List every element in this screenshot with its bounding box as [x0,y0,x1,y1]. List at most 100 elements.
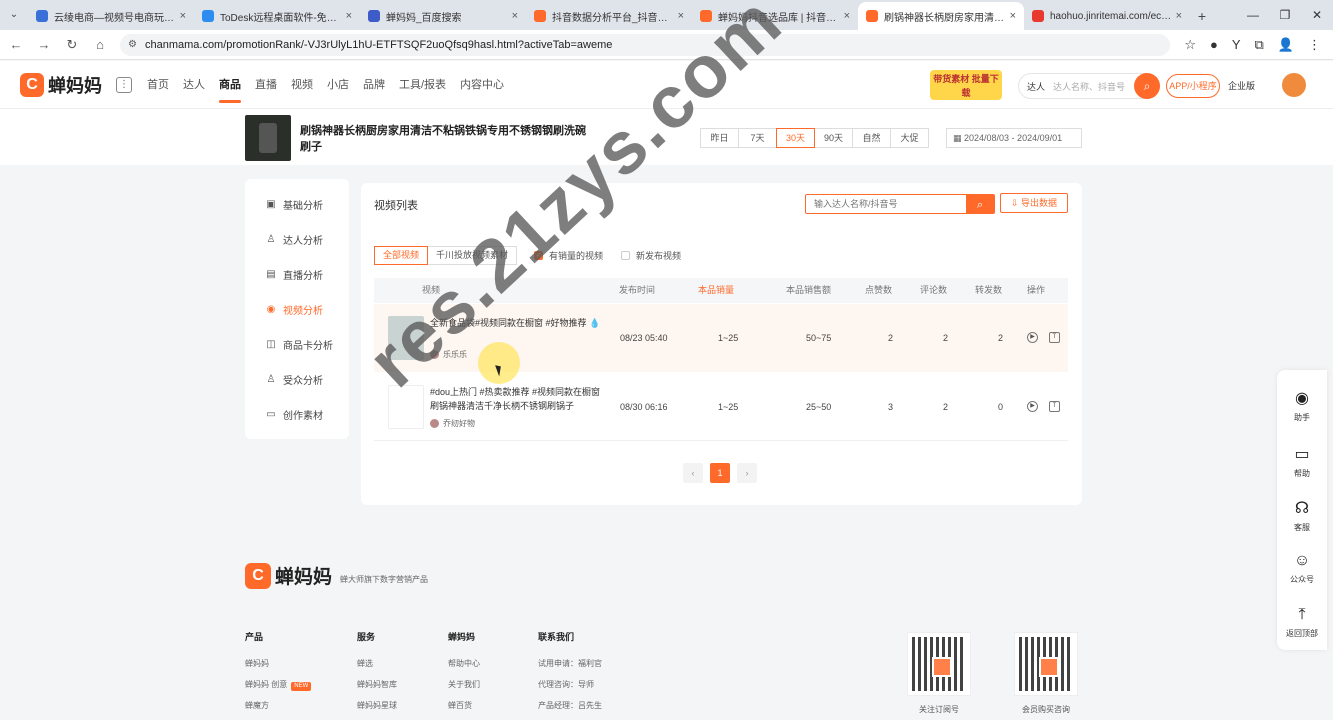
range-yesterday[interactable]: 昨日 [700,128,739,148]
browser-tab[interactable]: ToDesk远程桌面软件-免费安全 × [194,2,360,30]
tab-search-icon[interactable]: ⌄ [6,7,22,23]
restore-icon[interactable]: ❐ [1269,0,1301,30]
close-icon[interactable]: × [180,10,186,22]
video-title[interactable]: #dou上热门 #热卖款推荐 #视频同款在橱窗 刷锅神器清洁千净长柄不锈钢刷锅子 [430,385,610,413]
footer-link[interactable]: 蝉妈妈智库 [357,674,397,695]
browser-tab[interactable]: 抖音数据分析平台_抖音直播数据 × [526,2,692,30]
footer-link[interactable]: 蝉选 [357,653,397,674]
profile-icon[interactable]: 👤 [1278,37,1294,53]
puzzle-icon[interactable]: ⧉ [1255,37,1264,53]
promo-banner[interactable]: 带货素材 批量下载 [930,70,1002,100]
forward-icon[interactable]: → [32,37,56,52]
nav-item-product[interactable]: 商品 [212,61,248,109]
footer-link[interactable]: 代理咨询：导师 [538,674,602,695]
detail-icon[interactable]: T [1049,332,1060,343]
browser-tab-active[interactable]: 刷锅神器长柄厨房家用清洁不粘锅 × [858,2,1024,30]
range-30d[interactable]: 30天 [776,128,815,148]
page-next-button[interactable]: › [737,463,757,483]
range-7d[interactable]: 7天 [738,128,777,148]
play-icon[interactable]: ▶ [1027,401,1038,412]
new-tab-button[interactable]: + [1190,2,1214,30]
extension-icon[interactable]: ● [1210,37,1218,53]
browser-tab[interactable]: 云绫电商—视频号电商玩法全攻略 × [28,2,194,30]
footer-link[interactable]: 蝉妈妈 创意 NEW [245,674,312,695]
video-author[interactable]: 乔纫好物 [430,418,475,429]
nav-item-brand[interactable]: 品牌 [356,61,392,109]
range-90d[interactable]: 90天 [814,128,853,148]
nav-item-tools[interactable]: 工具/报表 [392,61,453,109]
video-author[interactable]: 乐乐乐 [430,349,467,360]
nav-item-content[interactable]: 内容中心 [453,61,511,109]
footer-link[interactable]: 产品经理：吕先生 [538,695,602,716]
footer-link[interactable]: 蝉百货 [448,695,480,716]
close-icon[interactable]: × [1176,10,1182,22]
range-natural[interactable]: 自然 [852,128,891,148]
video-title[interactable]: 全新食品袋#视频同款在橱窗 #好物推荐 💧 [430,316,610,330]
float-item-service[interactable]: ☊ 客服 [1277,498,1327,533]
apps-grid-icon[interactable]: ⋮ [116,76,132,93]
sidebar-item-product-card[interactable]: ◫ 商品卡分析 [245,327,349,362]
close-icon[interactable]: × [512,10,518,22]
extension-icon[interactable]: Y [1232,37,1241,53]
nav-item-video[interactable]: 视频 [284,61,320,109]
browser-tab[interactable]: 蝉妈妈_百度搜索 × [360,2,526,30]
sidebar-item-materials[interactable]: ▭ 创作素材 [245,397,349,432]
sidebar-item-video[interactable]: ◉ 视频分析 [245,292,349,327]
nav-item-live[interactable]: 直播 [248,61,284,109]
browser-tab[interactable]: 蝉妈妈抖音选品库 | 抖音短视频 × [692,2,858,30]
range-promo[interactable]: 大促 [890,128,929,148]
col-comments[interactable]: 评论数 [920,278,947,303]
date-picker[interactable]: ▦ 2024/08/03 - 2024/09/01 [946,128,1082,148]
sidebar-item-live[interactable]: ▤ 直播分析 [245,257,349,292]
avatar[interactable] [1282,73,1306,97]
home-icon[interactable]: ⌂ [88,37,112,52]
footer-link[interactable]: 蝉魔方 [245,695,311,716]
footer-link[interactable]: 关于我们 [448,674,480,695]
export-button[interactable]: ⇩ 导出数据 [1000,193,1068,213]
app-button[interactable]: APP/小程序 [1166,74,1220,98]
close-icon[interactable]: × [1010,10,1016,22]
page-number[interactable]: 1 [710,463,730,483]
back-icon[interactable]: ← [4,37,28,52]
col-revenue[interactable]: 本品销售额 [786,278,831,303]
sidebar-item-basic[interactable]: ▣ 基础分析 [245,187,349,222]
enterprise-button[interactable]: 企业版 [1228,76,1274,96]
search-scope-select[interactable]: 达人 [1019,80,1053,93]
video-search-input[interactable] [806,195,966,213]
col-publish-time[interactable]: 发布时间 [619,278,655,303]
header-search-input[interactable]: 达人名称、抖音号 [1053,80,1134,93]
site-logo[interactable]: C 蝉妈妈 [20,72,102,98]
detail-icon[interactable]: T [1049,401,1060,412]
float-item-assistant[interactable]: ◉ 助手 [1277,388,1327,423]
minimize-icon[interactable]: — [1237,0,1269,30]
site-info-icon[interactable]: ⚙ [128,39,137,50]
float-item-help[interactable]: ▭ 帮助 [1277,444,1327,479]
reload-icon[interactable]: ↻ [60,37,84,53]
close-icon[interactable]: × [678,10,684,22]
nav-item-home[interactable]: 首页 [140,61,176,109]
check-with-sales[interactable]: ✓ 有销量的视频 [534,249,603,262]
browser-tab[interactable]: haohuo.jinritemai.com/ecom × [1024,2,1190,30]
play-icon[interactable]: ▶ [1027,332,1038,343]
url-field[interactable]: ⚙ chanmama.com/promotionRank/-VJ3rUlyL1h… [120,33,1171,56]
nav-item-influencer[interactable]: 达人 [176,61,212,109]
footer-link[interactable]: 帮助中心 [448,653,480,674]
footer-link[interactable]: 蝉妈妈星球 [357,695,397,716]
bookmark-star-icon[interactable]: ☆ [1184,37,1196,53]
col-shares[interactable]: 转发数 [975,278,1002,303]
sidebar-item-audience[interactable]: ♙ 受众分析 [245,362,349,397]
float-item-back-top[interactable]: ⤒ 返回顶部 [1277,606,1327,639]
video-thumbnail[interactable] [388,316,424,360]
col-sales[interactable]: 本品销量 [698,278,734,303]
close-icon[interactable]: × [844,10,850,22]
video-thumbnail[interactable] [388,385,424,429]
close-window-icon[interactable]: ✕ [1301,0,1333,30]
nav-item-shop[interactable]: 小店 [320,61,356,109]
search-icon[interactable]: ⌕ [1134,73,1160,99]
page-prev-button[interactable]: ‹ [683,463,703,483]
menu-dots-icon[interactable]: ⋮ [1308,37,1321,53]
filter-all-videos[interactable]: 全部视频 [374,246,429,265]
check-new-videos[interactable]: 新发布视频 [621,249,681,262]
footer-link[interactable]: 试用申请：福利官 [538,653,602,674]
close-icon[interactable]: × [346,10,352,22]
